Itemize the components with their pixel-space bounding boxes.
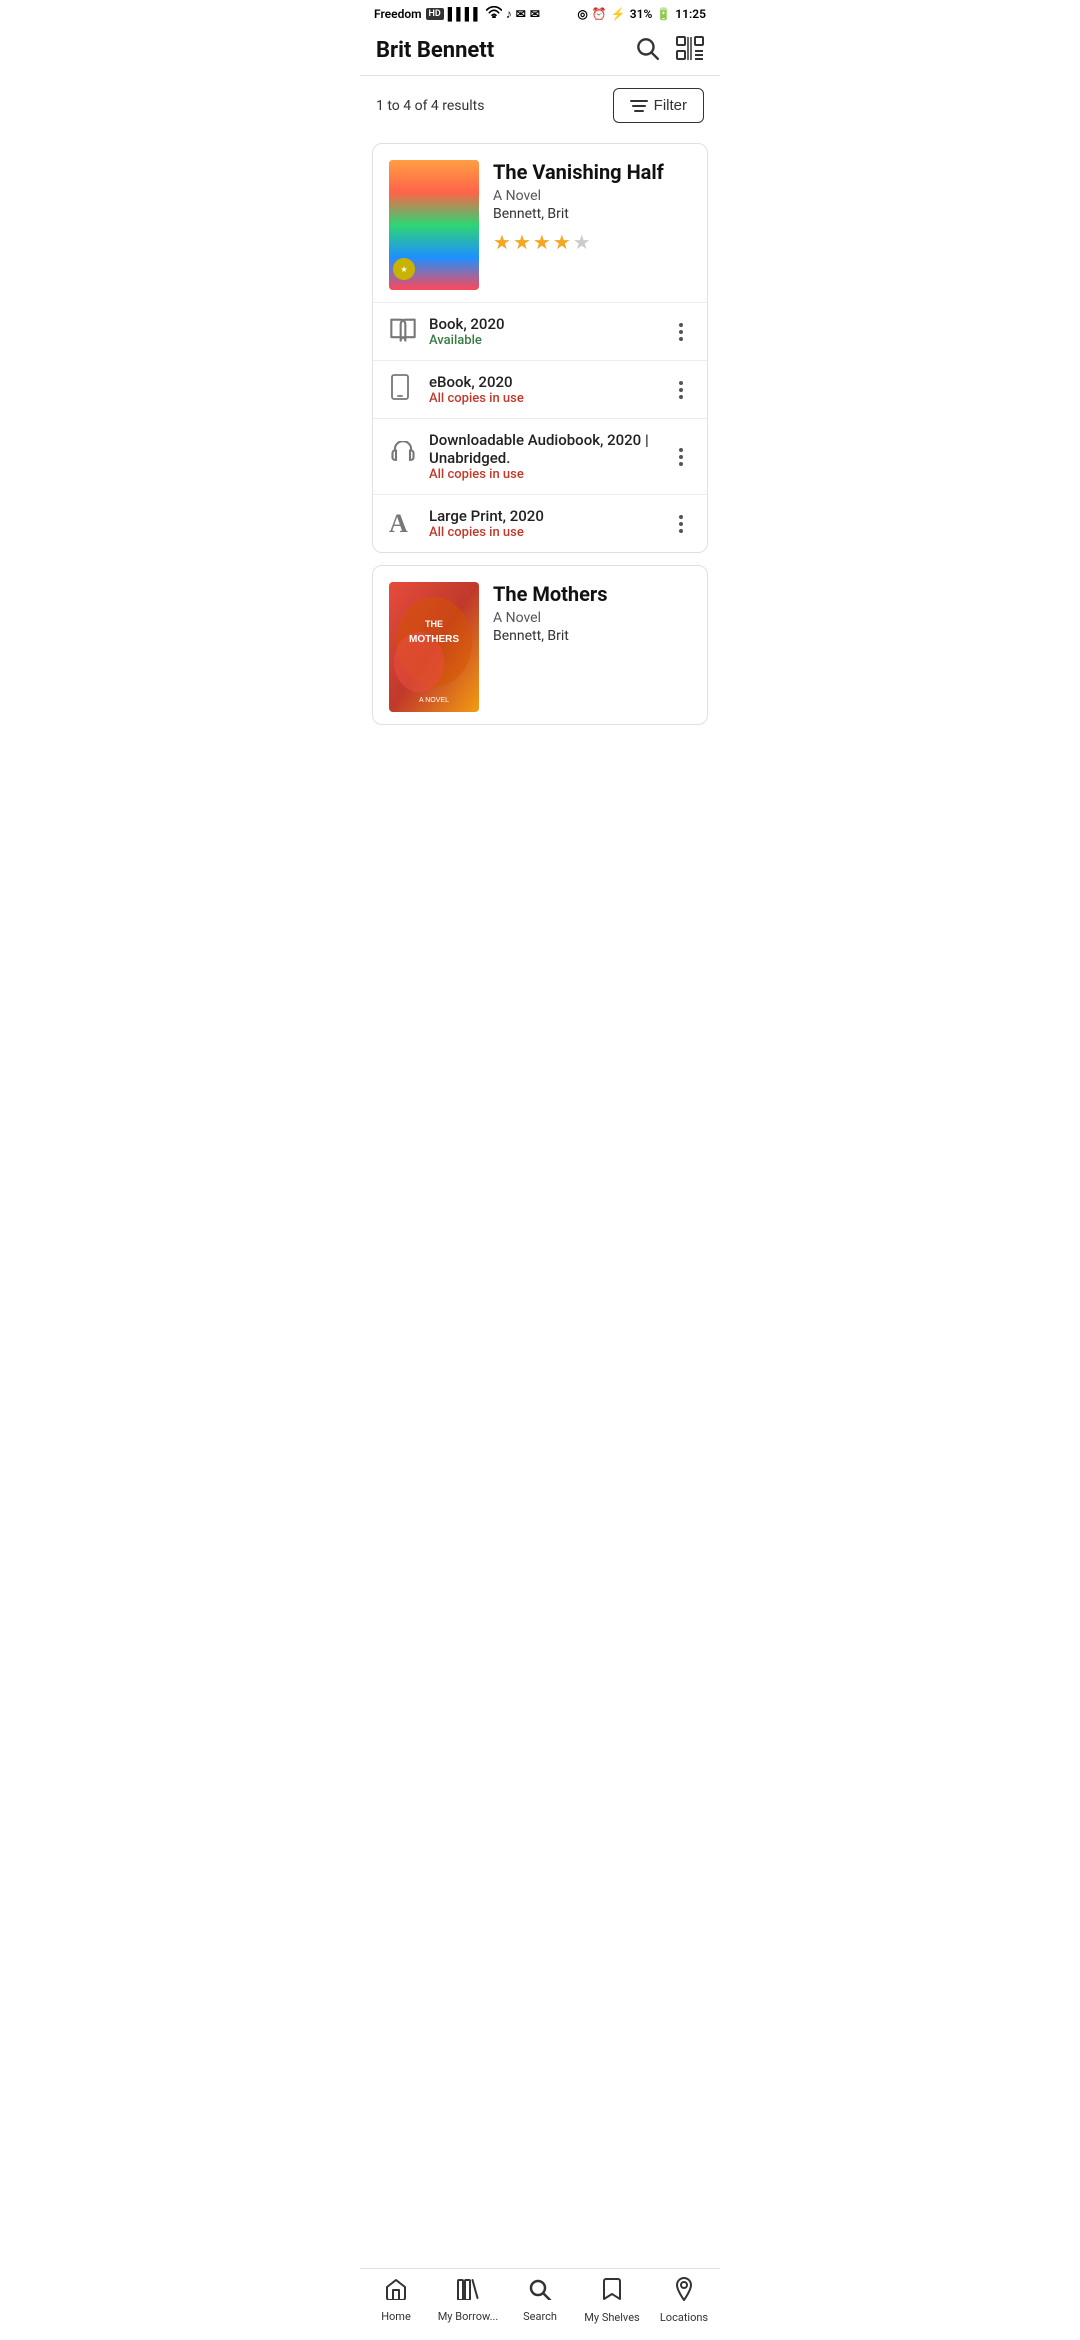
nav-home[interactable]: Home [360,2278,432,2323]
nav-home-label: Home [381,2310,411,2323]
nav-search-label: Search [523,2310,557,2323]
svg-text:HALF: HALF [422,194,446,204]
star-5: ★ [573,230,591,254]
nav-locations-label: Locations [660,2311,708,2324]
format-info-audiobook: Downloadable Audiobook, 2020 | Unabridge… [429,431,671,482]
location-icon [674,2277,694,2307]
format-menu-book[interactable] [671,319,691,345]
format-status-audiobook: All copies in use [429,467,671,482]
award-badge: ★ [393,258,415,280]
svg-text:BENNETT: BENNETT [417,283,451,290]
book-subtitle: A Novel [493,188,691,204]
svg-text:VANISHING: VANISHING [409,182,458,192]
book-header-mothers: THE MOTHERS A NOVEL The Mothers A Novel … [373,566,707,724]
format-row-audiobook: Downloadable Audiobook, 2020 | Unabridge… [373,418,707,494]
book-author: Bennett, Brit [493,206,691,222]
book-cover-vanishing-half[interactable]: THE VANISHING HALF A Novel BRIT BENNETT … [389,160,479,290]
music-icon: ♪ [506,7,512,21]
book-info-vanishing-half: The Vanishing Half A Novel Bennett, Brit… [493,160,691,290]
status-right: ◎ ⏰ ⚡ 31% 🔋 11:25 [577,7,706,21]
format-status-book: Available [429,333,671,348]
bottom-nav: Home My Borrow... Search My Shelves [360,2268,720,2340]
results-bar: 1 to 4 of 4 results Filter [360,76,720,135]
status-left: Freedom HD ▌▌▌▌ ♪ ✉ ✉ [374,6,540,21]
page-title: Brit Bennett [376,38,494,63]
format-row-ebook: eBook, 2020 All copies in use [373,360,707,418]
largeprint-format-icon: A [389,509,421,539]
battery-label: 31% [630,7,653,21]
header: Brit Bennett [360,25,720,76]
book-info-mothers: The Mothers A Novel Bennett, Brit [493,582,691,712]
book-card-vanishing-half: THE VANISHING HALF A Novel BRIT BENNETT … [372,143,708,553]
format-info-ebook: eBook, 2020 All copies in use [429,373,671,406]
svg-text:BRIT: BRIT [426,273,443,280]
format-menu-ebook[interactable] [671,377,691,403]
bookmark-icon [602,2277,622,2307]
mail2-icon: ✉ [530,7,540,21]
status-bar: Freedom HD ▌▌▌▌ ♪ ✉ ✉ ◎ ⏰ ⚡ 31% 🔋 11:25 [360,0,720,25]
search-icon[interactable] [634,35,660,65]
format-menu-largeprint[interactable] [671,511,691,537]
svg-text:A Novel: A Novel [424,264,445,270]
carrier-label: Freedom [374,7,422,21]
library-icon [456,2278,480,2306]
signal-icon: ▌▌▌▌ [448,7,482,21]
nav-search[interactable]: Search [504,2278,576,2323]
filter-label: Filter [654,97,687,114]
mail-icon: ✉ [516,7,526,21]
book-title-mothers: The Mothers [493,582,691,606]
book-subtitle-mothers: A Novel [493,610,691,626]
filter-button[interactable]: Filter [613,88,704,123]
format-status-ebook: All copies in use [429,391,671,406]
time-label: 11:25 [675,7,706,21]
cover-art-mothers: THE MOTHERS A NOVEL [389,582,479,712]
star-rating: ★ ★ ★ ★ ★ [493,230,691,254]
star-2: ★ [513,230,531,254]
svg-text:MOTHERS: MOTHERS [409,634,459,645]
battery-icon: 🔋 [656,7,671,21]
nav-myborrow-label: My Borrow... [438,2310,499,2323]
svg-text:A NOVEL: A NOVEL [419,697,449,704]
home-icon [384,2278,408,2306]
book-author-mothers: Bennett, Brit [493,628,691,644]
hd-badge: HD [426,8,444,20]
format-type-ebook: eBook, 2020 [429,373,671,391]
format-row-largeprint: A Large Print, 2020 All copies in use [373,494,707,552]
nav-locations[interactable]: Locations [648,2277,720,2324]
svg-text:THE: THE [425,619,443,629]
format-info-largeprint: Large Print, 2020 All copies in use [429,507,671,540]
nav-myshelves[interactable]: My Shelves [576,2277,648,2324]
eye-icon: ◎ [577,7,587,21]
format-type-audiobook: Downloadable Audiobook, 2020 | Unabridge… [429,431,671,467]
search-nav-icon [528,2278,552,2306]
format-type-largeprint: Large Print, 2020 [429,507,671,525]
format-status-largeprint: All copies in use [429,525,671,540]
header-icons [634,35,704,65]
book-cover-the-mothers[interactable]: THE MOTHERS A NOVEL [389,582,479,712]
book-card-the-mothers: THE MOTHERS A NOVEL The Mothers A Novel … [372,565,708,725]
book-title: The Vanishing Half [493,160,691,184]
format-menu-audiobook[interactable] [671,444,691,470]
star-1: ★ [493,230,511,254]
format-row-book: Book, 2020 Available [373,302,707,360]
barcode-icon[interactable] [676,35,704,65]
format-type-book: Book, 2020 [429,315,671,333]
nav-myshelves-label: My Shelves [584,2311,639,2324]
wifi-icon [486,6,502,21]
svg-text:THE: THE [427,175,441,182]
bluetooth-icon: ⚡ [611,7,626,21]
star-4: ★ [553,230,571,254]
format-info-book: Book, 2020 Available [429,315,671,348]
results-count: 1 to 4 of 4 results [376,98,484,114]
ebook-format-icon [389,374,421,406]
star-3: ★ [533,230,551,254]
audiobook-format-icon [389,441,421,473]
nav-myborrow[interactable]: My Borrow... [432,2278,504,2323]
alarm-icon: ⏰ [592,7,607,21]
content-area: 1 to 4 of 4 results Filter [360,76,720,805]
book-format-icon [389,316,421,348]
book-header: THE VANISHING HALF A Novel BRIT BENNETT … [373,144,707,302]
